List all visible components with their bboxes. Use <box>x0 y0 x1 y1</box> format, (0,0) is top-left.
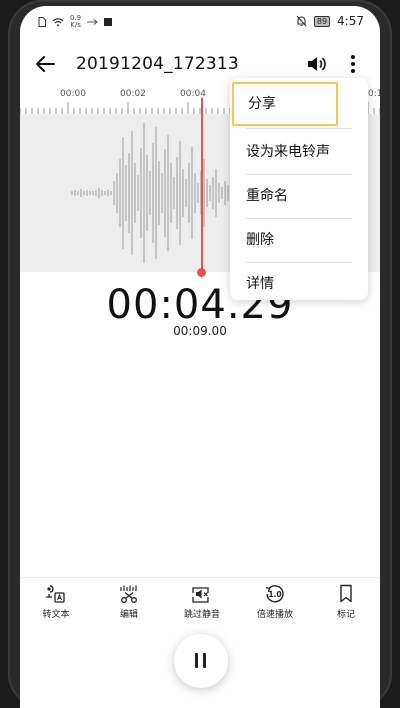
recording-title: 20191204_172313 <box>76 54 239 74</box>
speaker-icon <box>308 57 326 71</box>
mark-button[interactable]: 标记 <box>316 584 376 620</box>
pause-button[interactable] <box>174 634 228 688</box>
menu-item-delete[interactable]: 删除 <box>230 218 368 262</box>
toolbar-label: 转文本 <box>42 610 70 620</box>
speech-to-text-button[interactable]: 转文本 <box>26 584 86 620</box>
scissors-icon <box>120 585 137 603</box>
edit-button[interactable]: 编辑 <box>99 584 159 620</box>
battery-indicator: 89 <box>313 15 331 27</box>
recorder-screen: 0.9 K/s 89 4:57 20191204_172313 00:00 00… <box>20 6 380 708</box>
mute-bell-icon <box>296 15 307 27</box>
speech-to-text-icon <box>46 585 65 603</box>
network-speed: 0.9 K/s <box>70 14 82 29</box>
more-options-button[interactable] <box>348 52 358 76</box>
playhead-line[interactable] <box>201 98 203 276</box>
wifi-icon <box>52 18 64 27</box>
menu-item-rename[interactable]: 重命名 <box>230 174 368 218</box>
total-duration: 00:09.00 <box>173 324 227 338</box>
status-bar: 0.9 K/s 89 4:57 <box>20 6 380 36</box>
tick-label: 00:00 <box>60 89 86 99</box>
toolbar-label: 倍速播放 <box>256 610 293 620</box>
toolbar-divider <box>20 577 380 578</box>
menu-divider <box>246 128 352 129</box>
sim-card-icon <box>38 17 46 27</box>
playhead-handle[interactable] <box>197 268 206 277</box>
playback-speed-icon: 1.0 <box>265 585 284 603</box>
playback-speed-button[interactable]: 1.0 倍速播放 <box>245 584 305 620</box>
menu-item-set-ringtone[interactable]: 设为来电铃声 <box>230 130 368 174</box>
skip-silence-button[interactable]: 跳过静音 <box>172 584 232 620</box>
usb-icon <box>87 19 98 25</box>
menu-item-details[interactable]: 详情 <box>230 262 368 306</box>
back-button[interactable] <box>34 52 58 76</box>
bookmark-icon <box>340 584 352 603</box>
toolbar-label: 编辑 <box>119 610 138 620</box>
notification-square-icon <box>104 18 113 26</box>
speed-badge: 1.0 <box>268 590 281 599</box>
tick-label: 00:02 <box>120 89 146 99</box>
menu-item-share[interactable]: 分享 <box>232 82 338 126</box>
skip-silence-icon <box>192 587 209 603</box>
tick-label: 0:10 <box>368 89 380 99</box>
options-menu: 分享 设为来电铃声 重命名 删除 详情 <box>230 78 368 300</box>
status-time: 4:57 <box>337 14 364 28</box>
arrow-left-icon <box>36 56 55 72</box>
bottom-toolbar: 转文本 编辑 跳过静音 1.0 倍速播放 标记 <box>20 584 380 628</box>
toolbar-label: 跳过静音 <box>183 610 220 620</box>
toolbar-label: 标记 <box>336 610 355 620</box>
speaker-button[interactable] <box>306 54 328 74</box>
more-vertical-icon <box>351 55 355 73</box>
